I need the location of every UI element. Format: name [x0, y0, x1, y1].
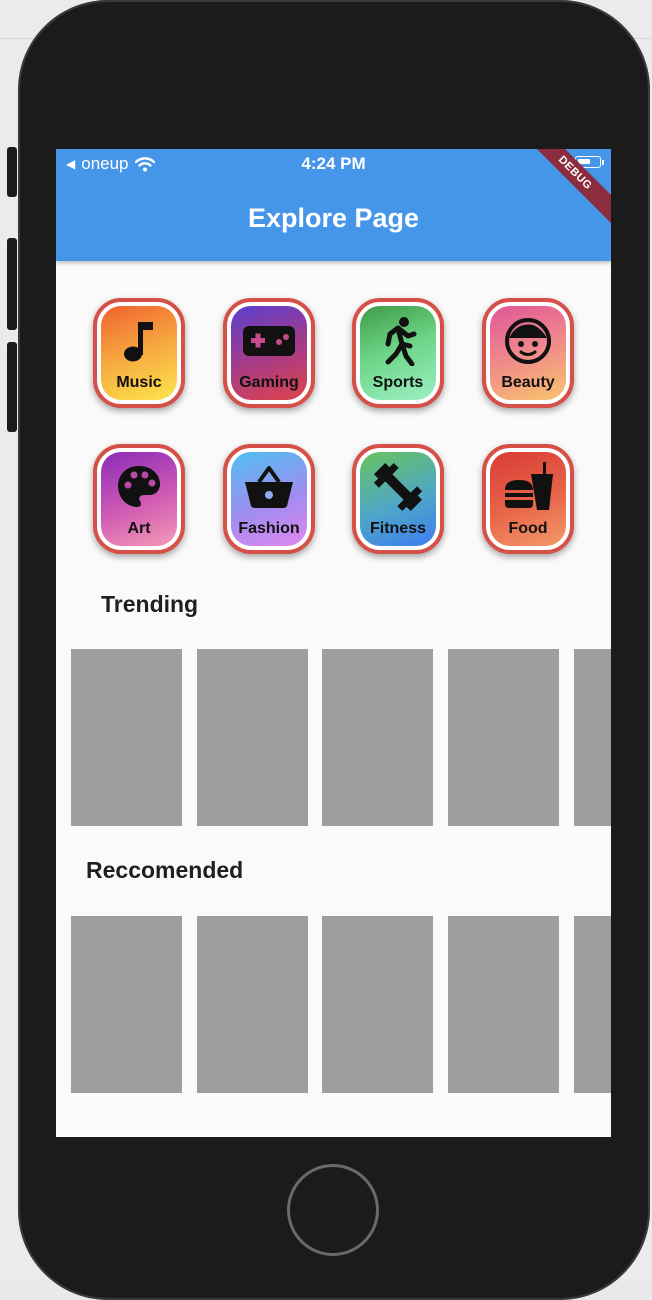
- status-bar: ◀ oneup 4:24 PM: [56, 149, 611, 179]
- category-tile: Food: [490, 452, 566, 546]
- category-tile: Beauty: [490, 306, 566, 400]
- category-art[interactable]: Art: [93, 444, 185, 554]
- trending-card[interactable]: [574, 649, 611, 826]
- category-label: Art: [127, 520, 151, 537]
- palette-icon: [101, 462, 177, 512]
- app-screen: ◀ oneup 4:24 PM Explore Page DEBUG Music: [56, 149, 611, 1137]
- running-icon: [360, 316, 436, 366]
- category-label: Music: [116, 374, 162, 391]
- battery-tip: [602, 160, 604, 165]
- category-label: Fashion: [238, 520, 300, 537]
- trending-card[interactable]: [71, 649, 182, 826]
- category-tile: Gaming: [231, 306, 307, 400]
- recommended-card[interactable]: [197, 916, 308, 1093]
- category-gaming[interactable]: Gaming: [223, 298, 315, 408]
- gamepad-icon: [231, 316, 307, 366]
- category-music[interactable]: Music: [93, 298, 185, 408]
- category-label: Fitness: [369, 520, 426, 537]
- basket-icon: [231, 462, 307, 512]
- trending-card[interactable]: [197, 649, 308, 826]
- recommended-card[interactable]: [574, 916, 611, 1093]
- volume-up-button: [7, 238, 17, 330]
- category-tile: Music: [101, 306, 177, 400]
- category-fitness[interactable]: Fitness: [352, 444, 444, 554]
- face-icon: [490, 316, 566, 366]
- category-tile: Sports: [360, 306, 436, 400]
- category-label: Beauty: [501, 374, 555, 391]
- recommended-card[interactable]: [448, 916, 559, 1093]
- category-tile: Art: [101, 452, 177, 546]
- mute-switch: [7, 147, 17, 197]
- section-title-trending: Trending: [101, 591, 199, 617]
- music-note-icon: [101, 316, 177, 366]
- category-label: Gaming: [239, 374, 299, 391]
- status-time: 4:24 PM: [301, 154, 366, 173]
- category-food[interactable]: Food: [482, 444, 574, 554]
- category-label: Sports: [372, 374, 424, 391]
- page-title: Explore Page: [247, 203, 420, 233]
- trending-card[interactable]: [448, 649, 559, 826]
- home-button[interactable]: [287, 1164, 379, 1256]
- category-sports[interactable]: Sports: [352, 298, 444, 408]
- category-label: Food: [508, 520, 548, 537]
- fastfood-icon: [490, 462, 566, 512]
- recommended-card[interactable]: [71, 916, 182, 1093]
- category-tile: Fashion: [231, 452, 307, 546]
- recommended-card[interactable]: [322, 916, 433, 1093]
- volume-down-button: [7, 342, 17, 432]
- category-tile: Fitness: [360, 452, 436, 546]
- category-beauty[interactable]: Beauty: [482, 298, 574, 408]
- app-bar: ◀ oneup 4:24 PM Explore Page: [56, 149, 611, 261]
- category-fashion[interactable]: Fashion: [223, 444, 315, 554]
- section-title-recommended: Reccomended: [86, 857, 244, 883]
- trending-card[interactable]: [322, 649, 433, 826]
- dumbbell-icon: [360, 462, 436, 512]
